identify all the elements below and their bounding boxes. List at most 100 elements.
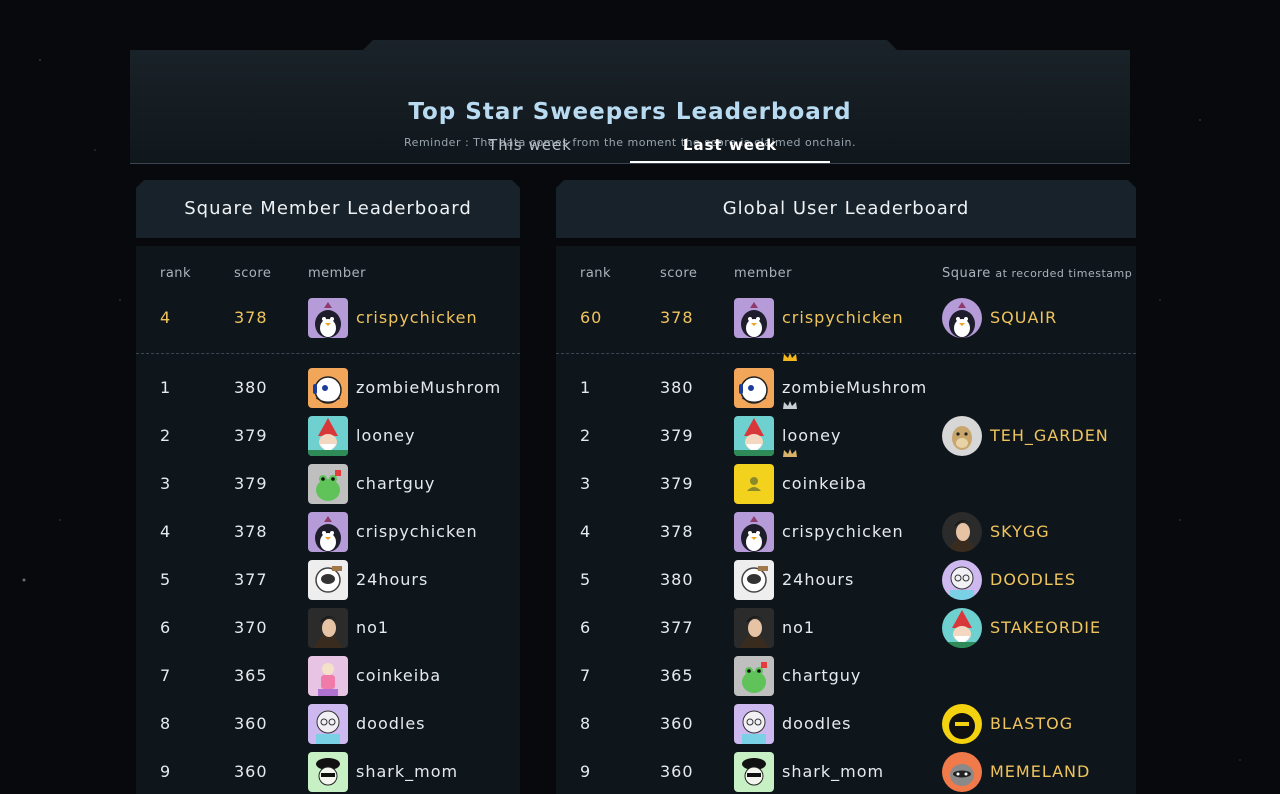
my-row-divider — [136, 353, 520, 354]
score-cell: 378 — [660, 308, 694, 327]
member-name: no1 — [356, 618, 390, 637]
global-user-leaderboard: Global User Leaderboard rank score membe… — [556, 180, 1136, 794]
square-name: MEMELAND — [990, 762, 1091, 781]
rank-cell: 6 — [580, 618, 592, 637]
rank-cell: 1 — [580, 378, 592, 397]
table-row[interactable]: 6 377 no1 STAKEORDIE — [556, 608, 1136, 648]
table-row[interactable]: 4 378 crispychicken SKYGG — [556, 512, 1136, 552]
table-row[interactable]: 1 380 zombieMushrom — [136, 368, 520, 408]
rank-cell: 9 — [160, 762, 172, 781]
table-row[interactable]: 9 360 shark_mom — [136, 752, 520, 792]
crown-icon — [782, 448, 798, 460]
gnome-avatar — [734, 416, 774, 456]
doodle-avatar — [734, 704, 774, 744]
member-column-header: member — [734, 266, 792, 281]
score-cell: 380 — [234, 378, 268, 397]
square-column-label: Square — [942, 266, 991, 281]
square-column-header: Square at recorded timestamp — [942, 266, 1132, 281]
member-name: 24hours — [356, 570, 429, 589]
score-cell: 365 — [660, 666, 694, 685]
table-row[interactable]: 4 378 crispychicken — [136, 512, 520, 552]
member-name: coinkeiba — [356, 666, 442, 685]
rank-cell: 4 — [580, 522, 592, 541]
square-avatar — [942, 704, 982, 744]
frog-avatar — [734, 656, 774, 696]
square-name: TEH_GARDEN — [990, 426, 1109, 445]
rank-column-header: rank — [160, 266, 192, 281]
beret-avatar — [308, 752, 348, 792]
square-column-suffix: at recorded timestamp — [995, 267, 1133, 280]
table-row[interactable]: 5 377 24hours — [136, 560, 520, 600]
score-cell: 379 — [234, 474, 268, 493]
table-row[interactable]: 9 360 shark_mom MEMELAND — [556, 752, 1136, 792]
table-row[interactable]: 2 379 looney — [136, 416, 520, 456]
member-name: crispychicken — [356, 522, 478, 541]
score-cell: 377 — [660, 618, 694, 637]
my-rank-row[interactable]: 60 378 crispychicken SQUAIR — [556, 298, 1136, 338]
penguin-avatar — [734, 298, 774, 338]
crown-icon — [782, 400, 798, 412]
table-row[interactable]: 2 379 looney TEH_GARDEN — [556, 401, 1136, 456]
rank-cell: 2 — [160, 426, 172, 445]
score-cell: 378 — [234, 522, 268, 541]
portrait-avatar — [308, 608, 348, 648]
score-cell: 365 — [234, 666, 268, 685]
table-row[interactable]: 8 360 doodles — [136, 704, 520, 744]
member-name: 24hours — [782, 570, 855, 589]
astronaut-avatar — [308, 560, 348, 600]
score-cell: 360 — [234, 714, 268, 733]
table-row[interactable]: 6 370 no1 — [136, 608, 520, 648]
tab-bar: This week Last week — [430, 133, 830, 163]
tab-last-week[interactable]: Last week — [630, 133, 830, 163]
square-board-title: Square Member Leaderboard — [136, 180, 520, 238]
beret-avatar — [734, 752, 774, 792]
my-row-divider — [556, 353, 1136, 354]
table-row[interactable]: 3 379 chartguy — [136, 464, 520, 504]
square-avatar — [942, 560, 982, 600]
rank-cell: 1 — [160, 378, 172, 397]
table-row[interactable]: 5 380 24hours DOODLES — [556, 560, 1136, 600]
crown-icon — [782, 352, 798, 364]
table-row[interactable]: 7 365 coinkeiba — [136, 656, 520, 696]
square-avatar — [942, 608, 982, 648]
member-name: zombieMushrom — [782, 378, 928, 397]
portrait-avatar — [734, 608, 774, 648]
global-board-title: Global User Leaderboard — [556, 180, 1136, 238]
member-name: doodles — [782, 714, 852, 733]
score-cell: 378 — [234, 308, 268, 327]
score-cell: 380 — [660, 378, 694, 397]
gnome-avatar — [308, 416, 348, 456]
rank-cell: 5 — [580, 570, 592, 589]
square-name: BLASTOG — [990, 714, 1074, 733]
table-row[interactable]: 1 380 zombieMushrom — [556, 353, 1136, 408]
penguin-avatar — [734, 512, 774, 552]
score-cell: 360 — [660, 762, 694, 781]
score-cell: 380 — [660, 570, 694, 589]
tab-this-week[interactable]: This week — [430, 133, 630, 163]
tab-divider — [130, 163, 1130, 164]
table-row[interactable]: 8 360 doodles BLASTOG — [556, 704, 1136, 744]
member-name: shark_mom — [356, 762, 459, 781]
score-cell: 379 — [660, 426, 694, 445]
rank-cell: 7 — [160, 666, 172, 685]
my-rank-row[interactable]: 4 378 crispychicken — [136, 298, 520, 338]
rank-cell: 4 — [160, 308, 172, 327]
member-name: shark_mom — [782, 762, 885, 781]
score-cell: 377 — [234, 570, 268, 589]
rank-cell: 7 — [580, 666, 592, 685]
rank-cell: 5 — [160, 570, 172, 589]
table-row[interactable]: 7 365 chartguy — [556, 656, 1136, 696]
rank-cell: 60 — [580, 308, 603, 327]
member-name: crispychicken — [356, 308, 478, 327]
member-name: chartguy — [356, 474, 436, 493]
penguin-avatar — [308, 298, 348, 338]
square-avatar — [942, 298, 982, 338]
figure-avatar — [308, 656, 348, 696]
rank-cell: 9 — [580, 762, 592, 781]
member-name: zombieMushrom — [356, 378, 502, 397]
member-name: looney — [356, 426, 416, 445]
frog-avatar — [308, 464, 348, 504]
score-cell: 360 — [234, 762, 268, 781]
table-row[interactable]: 3 379 coinkeiba — [556, 449, 1136, 504]
rank-cell: 2 — [580, 426, 592, 445]
